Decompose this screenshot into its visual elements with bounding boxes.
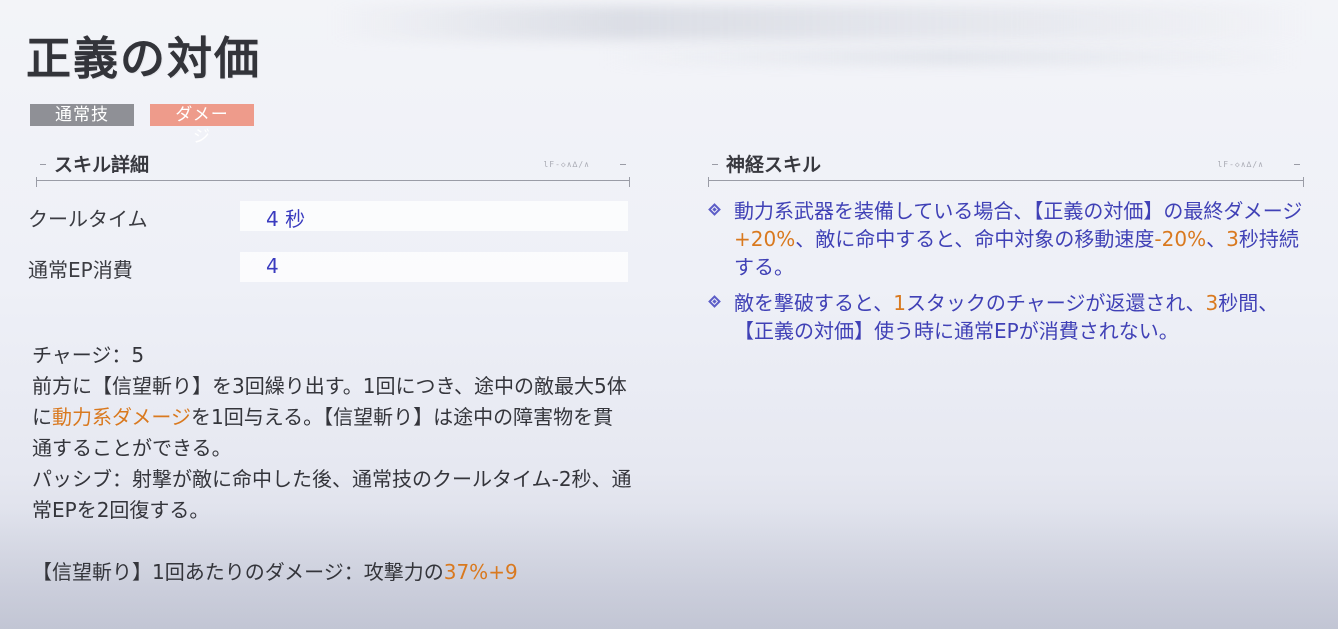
stat-name: クールタイム — [28, 207, 148, 231]
background-streak — [330, 6, 1310, 40]
neuro-value: 3 — [1205, 291, 1219, 315]
neuro-value: -20% — [1154, 227, 1207, 251]
neuro-value: 3 — [1226, 227, 1239, 251]
stat-value-box: 4 秒 — [240, 201, 628, 231]
diamond-bullet-icon — [708, 203, 721, 216]
neuro-text: 、 — [1206, 227, 1227, 251]
header-bracket-right — [1297, 177, 1304, 187]
neuro-skill-list: 動力系武器を装備している場合、【正義の対価】の最終ダメージ +20%、敵に命中する… — [708, 197, 1308, 353]
damage-formula: 【信望斬り】1回あたりのダメージ：攻撃力の37%+9 — [32, 557, 632, 588]
neuro-text: スタックのチャージが返還され、 — [905, 291, 1206, 315]
damage-type-highlight: 動力系ダメージ — [52, 405, 191, 429]
header-tick — [620, 164, 626, 165]
skill-detail-header: スキル詳細 lF-◇∧∆∕∧ — [36, 150, 630, 187]
neuro-text: 敵を撃破すると、 — [734, 291, 894, 315]
tag-damage: ダメージ — [150, 104, 254, 147]
skill-tags: 通常技 ダメージ — [30, 104, 254, 147]
header-tick — [1294, 164, 1300, 165]
header-bracket-left — [708, 177, 715, 187]
tag-normal-attack: 通常技 — [30, 104, 134, 126]
neuro-text: 、敵に命中すると、命中対象の移動速度 — [795, 227, 1155, 251]
stat-name: 通常EP消費 — [28, 258, 133, 282]
header-decoration: lF-◇∧∆∕∧ — [543, 160, 590, 169]
header-decoration: lF-◇∧∆∕∧ — [1217, 160, 1264, 169]
neuro-skill-label: 神経スキル — [726, 154, 822, 176]
stat-value: 4 — [266, 254, 279, 278]
header-bracket-left — [36, 177, 43, 187]
neuro-skill-header: 神経スキル lF-◇∧∆∕∧ — [708, 150, 1304, 187]
background-streak — [600, 48, 1300, 66]
neuro-value: 1 — [893, 291, 906, 315]
stat-row-ep-cost: 通常EP消費 4 — [28, 252, 630, 282]
stat-row-cooldown: クールタイム 4 秒 — [28, 201, 630, 231]
neuro-text: 動力系武器を装備している場合、【正義の対価】の最終ダメージ — [734, 199, 1303, 223]
stat-value-box: 4 — [240, 252, 628, 282]
list-item: 動力系武器を装備している場合、【正義の対価】の最終ダメージ +20%、敵に命中する… — [708, 197, 1308, 281]
skill-description: チャージ：5 前方に【信望斬り】を3回繰り出す。1回につき、途中の敵最大5体に動… — [32, 340, 632, 588]
charge-line: チャージ：5 — [32, 343, 145, 367]
neuro-value: +20% — [734, 227, 796, 251]
header-tick — [712, 164, 718, 165]
effect-line: 前方に【信望斬り】を3回繰り出す。1回につき、途中の敵最大5体に動力系ダメージを… — [32, 371, 632, 464]
header-tick — [40, 164, 46, 165]
list-item: 敵を撃破すると、1スタックのチャージが返還され、3秒間、【正義の対価】使う時に通… — [708, 289, 1308, 345]
diamond-bullet-icon — [708, 295, 721, 308]
stat-value: 4 秒 — [266, 207, 306, 231]
formula-text: 【信望斬り】1回あたりのダメージ：攻撃力の — [32, 560, 444, 584]
skill-title: 正義の対価 — [26, 32, 262, 85]
passive-line: パッシブ：射撃が敵に命中した後、通常技のクールタイム-2秒、通常EPを2回復する… — [32, 467, 632, 522]
header-bracket-right — [623, 177, 630, 187]
formula-value: 37%+9 — [443, 560, 518, 584]
skill-detail-label: スキル詳細 — [54, 154, 150, 176]
